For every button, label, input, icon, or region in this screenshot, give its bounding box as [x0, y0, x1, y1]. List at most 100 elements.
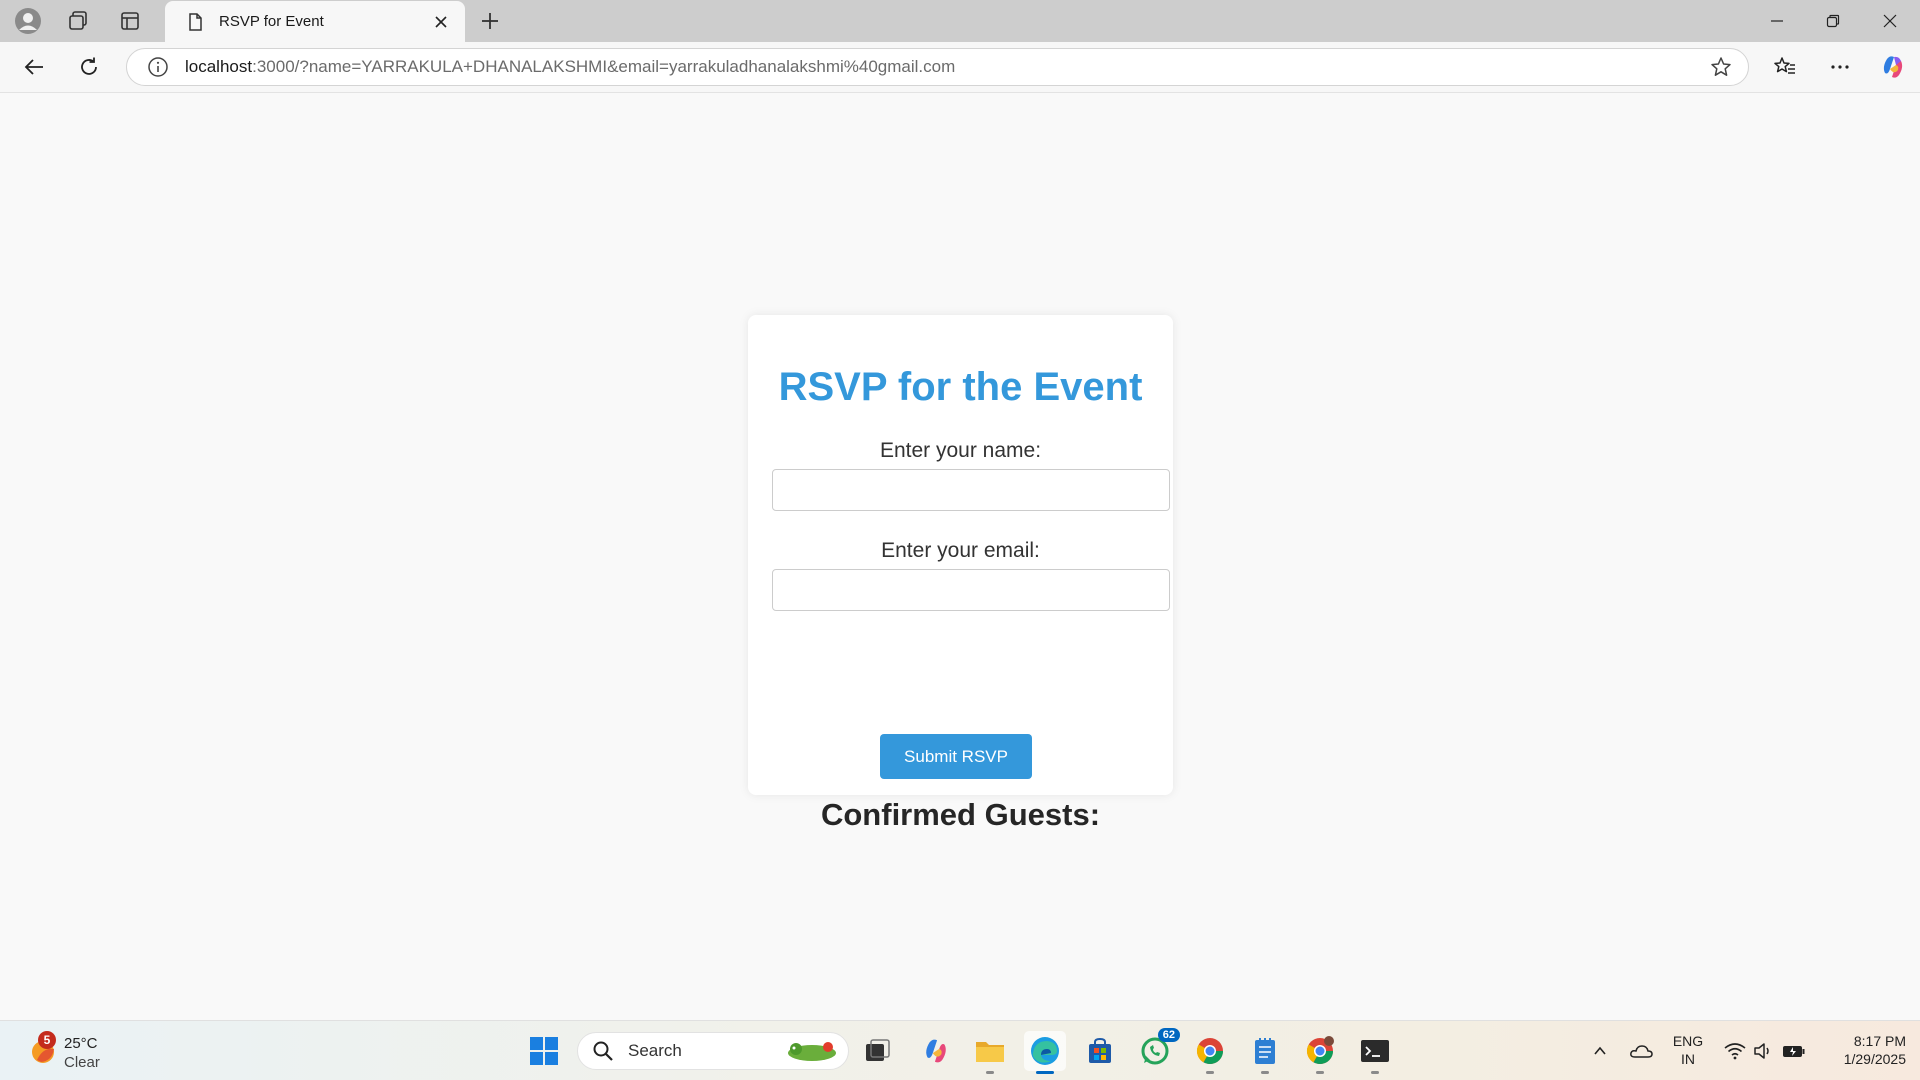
store-icon [1089, 1037, 1111, 1063]
email-input[interactable] [772, 569, 1170, 611]
battery-button[interactable] [1780, 1031, 1808, 1071]
favorites-button[interactable] [1763, 49, 1807, 85]
tab-strip: RSVP for Event [0, 0, 1920, 42]
close-icon [1883, 14, 1897, 28]
file-explorer-button[interactable] [969, 1031, 1011, 1074]
clock[interactable]: 8:17 PM 1/29/2025 [1816, 1032, 1906, 1068]
store-button[interactable] [1079, 1031, 1121, 1071]
vertical-tabs-icon [121, 12, 139, 30]
folder-icon [976, 1042, 1004, 1062]
show-hidden-icons-button[interactable] [1588, 1031, 1612, 1071]
whatsapp-button[interactable]: 62 [1134, 1028, 1180, 1071]
refresh-button[interactable] [69, 49, 109, 85]
notepad-icon [1255, 1038, 1275, 1064]
email-label: Enter your email: [881, 539, 1040, 562]
running-indicator [1261, 1071, 1269, 1074]
page-icon [189, 12, 202, 31]
back-button[interactable] [14, 49, 54, 85]
weather-condition: Clear [64, 1054, 100, 1071]
terminal-icon [1361, 1040, 1389, 1062]
active-indicator [1036, 1071, 1054, 1074]
task-view-icon [866, 1039, 890, 1061]
chrome-button[interactable] [1189, 1031, 1231, 1074]
tab-actions-button[interactable] [108, 5, 152, 37]
favorite-button[interactable] [1708, 54, 1734, 80]
taskbar-search[interactable]: Search [577, 1032, 849, 1070]
copilot-button[interactable] [1871, 49, 1915, 85]
battery-icon [1783, 1046, 1805, 1057]
restore-icon [1826, 14, 1840, 28]
speaker-icon [1754, 1043, 1769, 1059]
date: 1/29/2025 [1843, 1051, 1906, 1067]
url-host: localhost [185, 57, 253, 76]
page-title: RSVP for the Event [778, 365, 1143, 409]
onedrive-button[interactable] [1626, 1031, 1656, 1071]
close-icon [435, 15, 447, 28]
edge-icon [1031, 1037, 1059, 1065]
running-indicator [1371, 1071, 1379, 1074]
rsvp-card: RSVP for the Event Enter your name: Ente… [748, 315, 1173, 832]
page-viewport: RSVP for the Event Enter your name: Ente… [4, 94, 1916, 1016]
start-button[interactable] [523, 1031, 565, 1071]
notepad-button[interactable] [1244, 1031, 1286, 1074]
info-icon[interactable] [147, 56, 169, 78]
running-indicator [986, 1071, 994, 1074]
cloud-icon [1630, 1045, 1653, 1058]
refresh-icon [81, 57, 97, 75]
minimize-button[interactable] [1749, 0, 1805, 42]
terminal-button[interactable] [1354, 1031, 1396, 1074]
minimize-icon [1771, 20, 1783, 22]
star-icon [1711, 57, 1731, 76]
close-window-button[interactable] [1862, 0, 1918, 42]
settings-more-button[interactable] [1818, 49, 1862, 85]
workspaces-button[interactable] [56, 5, 100, 37]
weather-widget[interactable]: 5 25°C Clear [22, 1029, 132, 1073]
profile-icon [15, 8, 41, 34]
language-indicator[interactable]: ENG IN [1668, 1032, 1708, 1068]
plus-icon [482, 13, 498, 29]
chrome-icon [1306, 1036, 1334, 1065]
weather-badge: 5 [38, 1031, 56, 1049]
volume-button[interactable] [1750, 1031, 1776, 1071]
new-tab-button[interactable] [470, 5, 510, 37]
language-code: ENG [1672, 1033, 1704, 1049]
chrome-profile-button[interactable] [1299, 1031, 1341, 1074]
search-icon [593, 1041, 613, 1061]
confirmed-guests-heading: Confirmed Guests: [820, 797, 1101, 832]
search-placeholder: Search [628, 1041, 682, 1060]
task-view-button[interactable] [856, 1031, 898, 1071]
taskbar: 5 25°C Clear Search 62 ENG IN 8:17 PM 1/… [0, 1020, 1920, 1080]
time: 8:17 PM [1853, 1033, 1906, 1049]
wifi-button[interactable] [1722, 1031, 1748, 1071]
more-horizontal-icon [1831, 65, 1849, 69]
whatsapp-badge: 62 [1157, 1028, 1180, 1042]
submit-rsvp-button[interactable]: Submit RSVP [880, 734, 1032, 779]
address-bar[interactable]: localhost:3000/?name=YARRAKULA+DHANALAKS… [126, 48, 1749, 86]
copilot-icon [1883, 56, 1903, 78]
arrow-left-icon [24, 59, 43, 75]
profile-button[interactable] [6, 5, 50, 37]
search-highlight-icon [788, 1042, 836, 1061]
url-path: :3000/?name=YARRAKULA+DHANALAKSHMI&email… [252, 57, 956, 76]
tab-close-button[interactable] [429, 10, 453, 34]
running-indicator [1316, 1071, 1324, 1074]
wifi-icon [1724, 1043, 1746, 1060]
favorites-list-icon [1774, 57, 1795, 74]
name-input[interactable] [772, 469, 1170, 511]
edge-button[interactable] [1024, 1031, 1066, 1074]
workspaces-icon [69, 11, 87, 30]
region-code: IN [1681, 1051, 1695, 1067]
name-label: Enter your name: [879, 439, 1042, 462]
tab-title: RSVP for Event [219, 13, 324, 30]
running-indicator [1206, 1071, 1214, 1074]
copilot-icon [926, 1039, 946, 1063]
url-text[interactable]: localhost:3000/?name=YARRAKULA+DHANALAKS… [185, 57, 1708, 77]
restore-button[interactable] [1805, 0, 1861, 42]
chevron-up-icon [1594, 1046, 1606, 1055]
temperature: 25°C [64, 1035, 98, 1052]
tab-rsvp[interactable]: RSVP for Event [165, 1, 465, 42]
chrome-icon [1196, 1038, 1224, 1065]
windows-icon [530, 1037, 558, 1065]
browser-toolbar: localhost:3000/?name=YARRAKULA+DHANALAKS… [0, 42, 1920, 93]
copilot-taskbar-button[interactable] [915, 1031, 957, 1071]
